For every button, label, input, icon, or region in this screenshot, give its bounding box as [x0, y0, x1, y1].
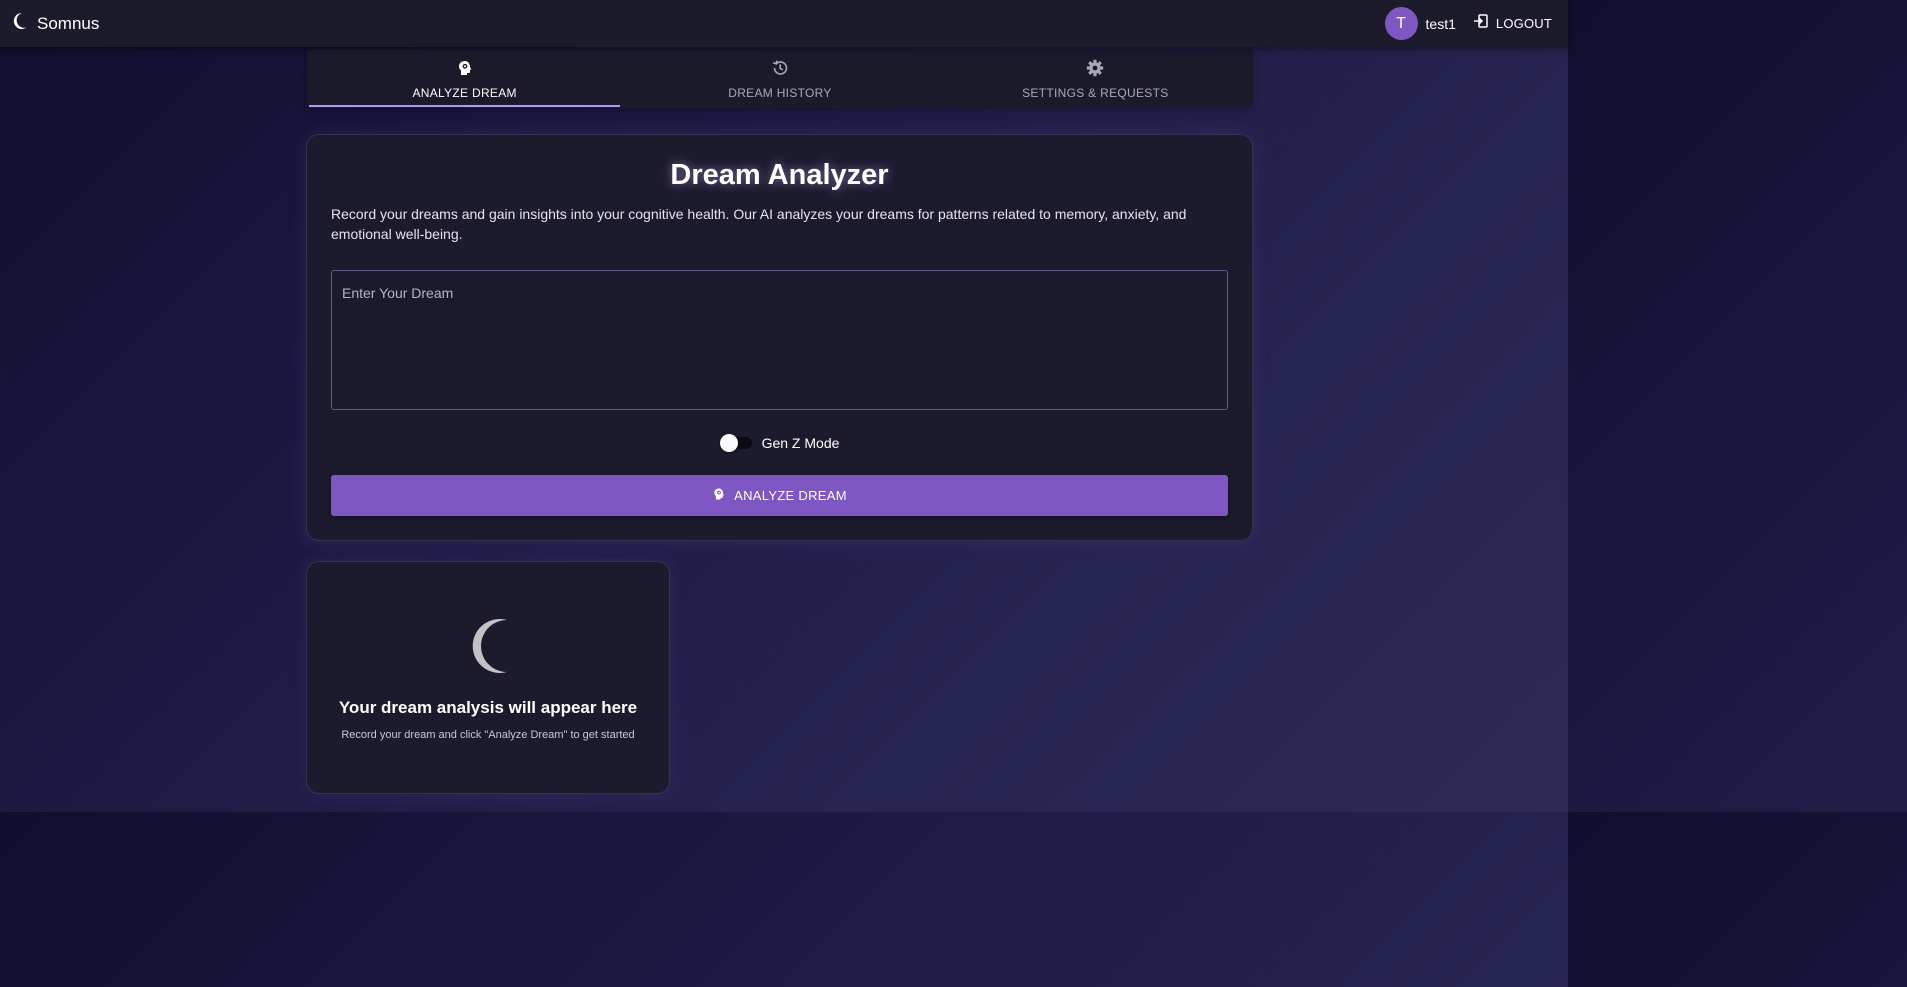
history-icon: [771, 59, 789, 82]
tab-label: DREAM HISTORY: [728, 86, 832, 100]
analyze-button-label: ANALYZE DREAM: [734, 488, 847, 503]
gen-z-mode-switch[interactable]: [719, 434, 754, 452]
logout-button[interactable]: LOGOUT: [1473, 13, 1552, 34]
analyze-dream-button[interactable]: ANALYZE DREAM: [331, 475, 1228, 516]
result-placeholder-subtitle: Record your dream and click "Analyze Dre…: [341, 729, 635, 741]
username: test1: [1425, 15, 1456, 32]
gear-icon: [1086, 59, 1104, 82]
user-area: T test1 LOGOUT: [1384, 7, 1552, 40]
analysis-result-card: Your dream analysis will appear here Rec…: [306, 561, 670, 794]
app-bar: Somnus T test1 LOGOUT: [0, 0, 1568, 47]
analyzer-description: Record your dreams and gain insights int…: [331, 206, 1187, 242]
app-name: Somnus: [37, 13, 100, 33]
tab-dream-history[interactable]: DREAM HISTORY: [622, 49, 937, 108]
dream-input[interactable]: [331, 270, 1228, 410]
tab-label: ANALYZE DREAM: [412, 86, 517, 100]
gen-z-toggle-row: Gen Z Mode: [307, 434, 1252, 452]
tab-settings-requests[interactable]: SETTINGS & REQUESTS: [938, 49, 1253, 108]
gen-z-mode-label: Gen Z Mode: [761, 435, 840, 451]
result-placeholder-title: Your dream analysis will appear here: [338, 698, 638, 717]
tab-analyze-dream[interactable]: ANALYZE DREAM: [307, 49, 622, 108]
moon-icon: [12, 12, 28, 35]
avatar[interactable]: T: [1384, 7, 1418, 40]
switch-thumb: [719, 434, 738, 452]
tab-label: SETTINGS & REQUESTS: [1022, 86, 1169, 100]
main-tabs: ANALYZE DREAM DREAM HISTORY SETTINGS & R…: [307, 49, 1253, 108]
dream-analyzer-card: Dream Analyzer Record your dreams and ga…: [306, 134, 1253, 541]
logout-icon: [1473, 13, 1489, 34]
logout-label: LOGOUT: [1495, 16, 1552, 31]
moon-icon: [467, 618, 515, 679]
page-title: Dream Analyzer: [670, 159, 889, 191]
brain-head-icon: [456, 59, 474, 82]
brain-head-icon: [712, 487, 726, 504]
brand[interactable]: Somnus: [12, 12, 99, 35]
